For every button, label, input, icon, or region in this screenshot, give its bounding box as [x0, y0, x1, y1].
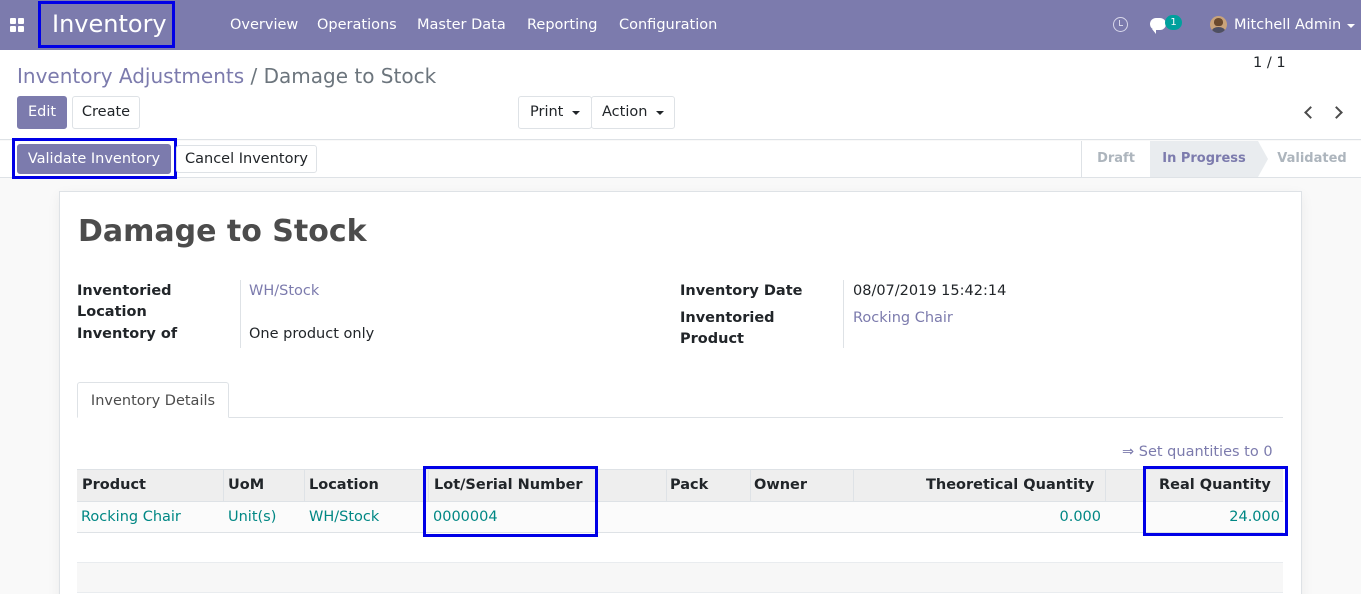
edit-button[interactable]: Edit: [17, 96, 67, 129]
activity-clock-icon[interactable]: [1113, 17, 1128, 32]
inventory-date-label: Inventory Date: [680, 283, 803, 299]
cancel-inventory-button[interactable]: Cancel Inventory: [176, 145, 317, 173]
inventory-of-label: Inventory of: [77, 326, 178, 342]
column-separator: [1105, 470, 1106, 501]
right-field-separator: [843, 280, 844, 348]
stage-validated[interactable]: Validated: [1270, 141, 1354, 177]
inventory-date-value: 08/07/2019 15:42:14: [853, 283, 1007, 299]
top-navbar: Inventory Overview Operations Master Dat…: [0, 0, 1361, 50]
inventoried-product-label: Inventoried Product: [680, 310, 775, 347]
user-caret-icon[interactable]: [1347, 24, 1355, 28]
breadcrumb-separator: /: [250, 64, 258, 88]
apps-menu-icon[interactable]: [10, 18, 24, 32]
control-panel: Inventory Adjustments / Damage to Stock: [0, 50, 1361, 140]
header-pack[interactable]: Pack: [670, 469, 708, 502]
menu-operations[interactable]: Operations: [317, 0, 397, 50]
page-title: Damage to Stock: [78, 214, 367, 249]
menu-reporting[interactable]: Reporting: [527, 0, 598, 50]
action-caret-icon: [656, 111, 664, 115]
cell-location[interactable]: WH/Stock: [309, 502, 379, 533]
inventoried-location-label: Inventoried Location: [77, 283, 172, 320]
user-menu[interactable]: Mitchell Admin: [1234, 0, 1341, 50]
cell-theoretical-quantity: 0.000: [1059, 509, 1101, 525]
print-button[interactable]: Print: [518, 96, 592, 129]
column-separator: [853, 470, 854, 501]
app-brand[interactable]: Inventory: [38, 1, 175, 48]
pager-value[interactable]: 1 / 1: [1253, 55, 1286, 71]
header-location[interactable]: Location: [309, 469, 379, 502]
action-label: Action: [602, 104, 648, 120]
breadcrumb: Inventory Adjustments / Damage to Stock: [17, 63, 436, 89]
column-separator: [223, 470, 224, 501]
left-field-separator: [240, 280, 241, 348]
inventoried-product-value[interactable]: Rocking Chair: [853, 308, 953, 329]
column-separator: [750, 470, 751, 501]
menu-overview[interactable]: Overview: [230, 0, 298, 50]
inventory-of-value: One product only: [249, 326, 375, 342]
header-product[interactable]: Product: [82, 469, 146, 502]
stage-arrow-1: [1140, 141, 1150, 177]
empty-table-row: [77, 533, 1283, 563]
user-avatar[interactable]: [1210, 16, 1227, 33]
print-label: Print: [530, 104, 564, 120]
menu-configuration[interactable]: Configuration: [619, 0, 717, 50]
empty-table-row: [77, 563, 1283, 593]
stage-arrow-2: [1258, 141, 1268, 177]
chat-icon[interactable]: [1150, 18, 1166, 34]
stage-in-progress[interactable]: In Progress: [1150, 141, 1258, 177]
real-quantity-highlight: [1143, 466, 1288, 536]
validate-highlight: [12, 138, 177, 179]
cell-product[interactable]: Rocking Chair: [81, 502, 181, 533]
breadcrumb-parent[interactable]: Inventory Adjustments: [17, 64, 244, 88]
create-button[interactable]: Create: [72, 96, 140, 129]
header-owner[interactable]: Owner: [754, 469, 807, 502]
tabs-underline: [77, 417, 1283, 418]
lot-serial-highlight: [423, 466, 598, 537]
menu-master-data[interactable]: Master Data: [417, 0, 506, 50]
set-quantities-link[interactable]: ⇒ Set quantities to 0: [1122, 444, 1273, 460]
tab-inventory-details[interactable]: Inventory Details: [77, 382, 229, 418]
inventoried-location-value[interactable]: WH/Stock: [249, 281, 319, 302]
header-theoretical-quantity[interactable]: Theoretical Quantity: [926, 469, 1094, 502]
header-uom[interactable]: UoM: [228, 469, 264, 502]
chat-count-badge: 1: [1165, 15, 1182, 30]
print-caret-icon: [572, 111, 580, 115]
cell-uom[interactable]: Unit(s): [228, 502, 276, 533]
column-separator: [666, 470, 667, 501]
column-separator: [304, 470, 305, 501]
breadcrumb-current: Damage to Stock: [263, 64, 437, 88]
